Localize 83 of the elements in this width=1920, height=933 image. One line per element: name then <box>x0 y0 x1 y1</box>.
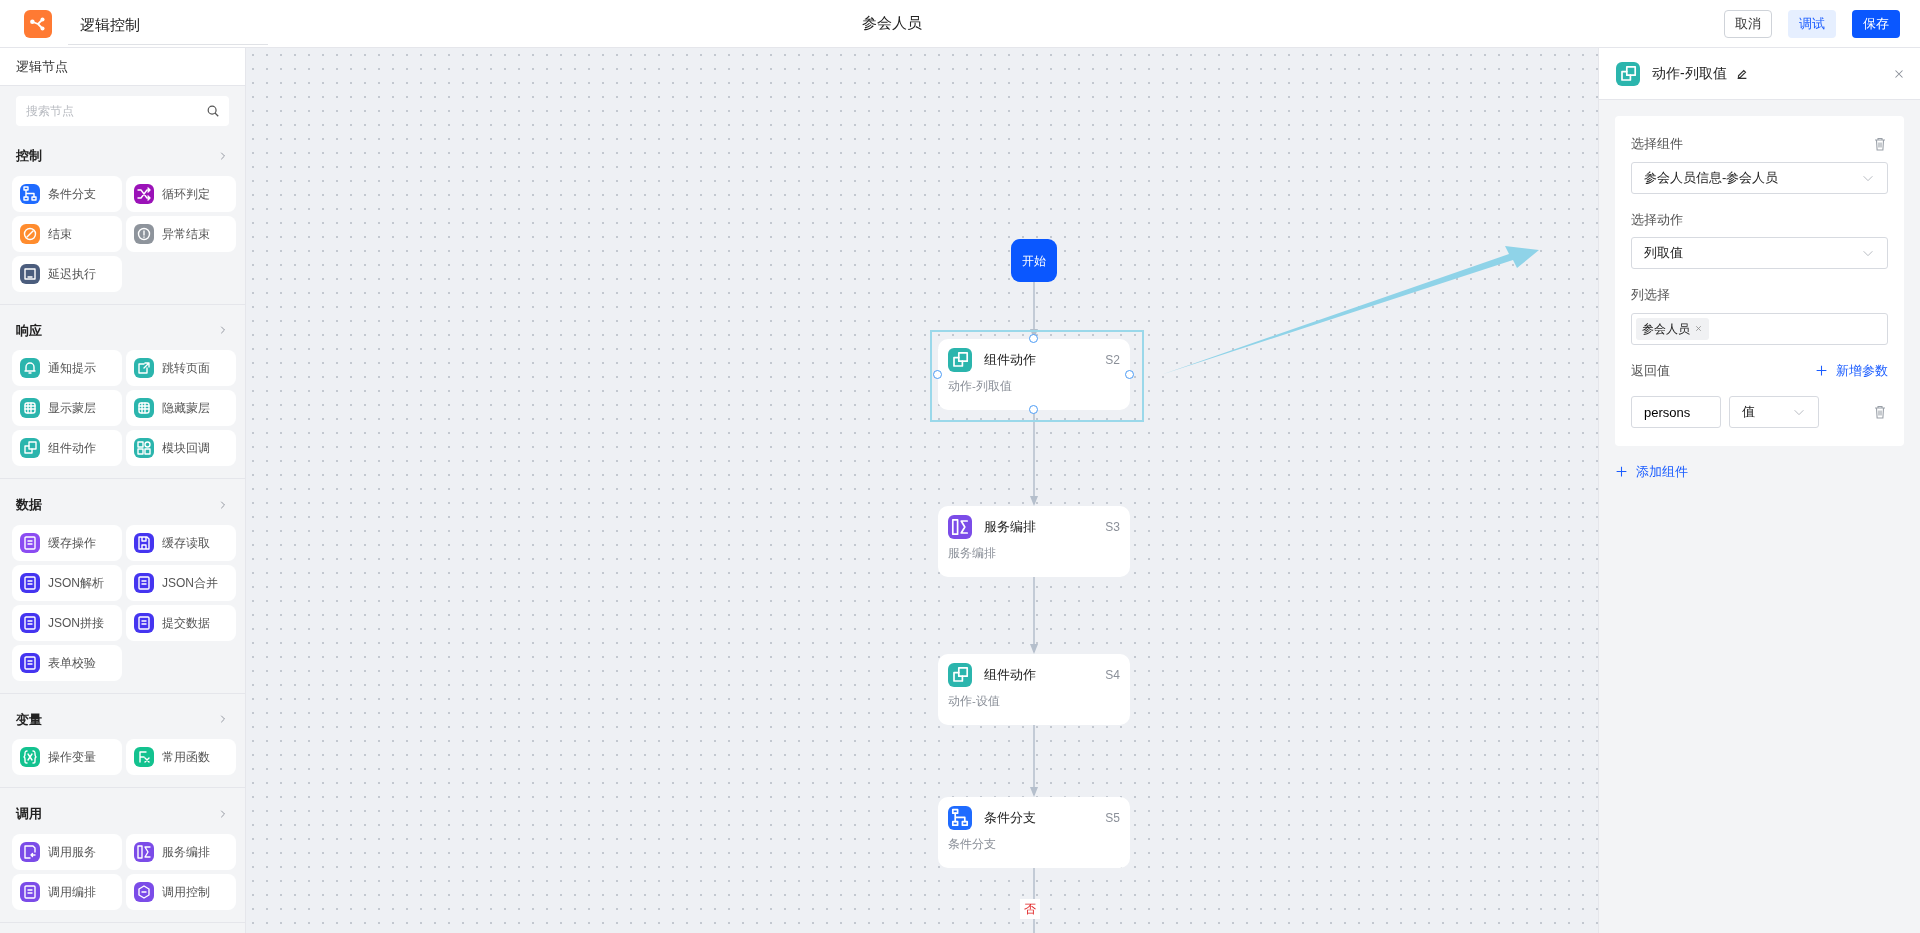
node-item[interactable]: JSON拼接 <box>12 604 122 641</box>
branch-icon <box>948 806 972 830</box>
cancel-button[interactable]: 取消 <box>1724 9 1772 38</box>
resize-handle[interactable] <box>1125 369 1134 379</box>
add-component-link[interactable]: 添加组件 <box>1615 462 1688 482</box>
node-item[interactable]: 提交数据 <box>126 604 236 641</box>
node-item[interactable]: 条件分支 <box>12 175 122 212</box>
node-item[interactable]: 模块回调 <box>126 430 236 466</box>
node-subtitle: 条件分支 <box>948 837 997 852</box>
section-title: 控制 <box>16 147 42 165</box>
field-label: 选择动作 <box>1631 210 1684 229</box>
node-item[interactable]: 服务编排 <box>126 833 236 870</box>
squares-icon <box>948 663 972 687</box>
step-label: S5 <box>1105 810 1120 827</box>
tag-chip: 参会人员 <box>1636 317 1709 340</box>
plus-icon <box>1615 465 1628 479</box>
step-label: S2 <box>1105 352 1120 369</box>
node-item[interactable]: 调用控制 <box>126 873 236 910</box>
page-title: 参会人员 <box>862 13 922 34</box>
resize-handle[interactable] <box>933 369 942 379</box>
node-item[interactable]: 结束 <box>12 215 122 252</box>
action-select[interactable]: 列取值 <box>1631 237 1888 269</box>
parameter-name-field[interactable]: persons <box>1631 396 1721 428</box>
node-item[interactable]: 延迟执行 <box>12 255 122 292</box>
node-item[interactable]: 隐藏蒙层 <box>126 390 236 426</box>
node-title: 组件动作 <box>984 351 1036 370</box>
node-title: 服务编排 <box>984 518 1036 537</box>
search-icon <box>206 104 220 118</box>
squares-icon <box>948 348 972 372</box>
flow-node[interactable]: 组件动作 S4 动作-设值 <box>938 654 1130 725</box>
step-label: S4 <box>1105 667 1120 684</box>
search-field[interactable]: 搜索节点 <box>16 96 229 126</box>
delete-icon[interactable] <box>1872 135 1888 152</box>
panel-title: 动作-列取值 <box>1652 64 1727 83</box>
node-item[interactable]: 显示蒙层 <box>12 390 122 426</box>
node-item[interactable]: 循环判定 <box>126 175 236 212</box>
flow-node[interactable]: 服务编排 S3 服务编排 <box>938 506 1130 577</box>
squares-icon <box>1616 61 1640 86</box>
delete-icon[interactable] <box>1872 404 1888 420</box>
node-item[interactable]: 组件动作 <box>12 430 122 466</box>
branch-label: 否 <box>1020 899 1040 919</box>
save-button[interactable]: 保存 <box>1852 9 1900 38</box>
node-subtitle: 服务编排 <box>948 546 997 561</box>
node-item[interactable]: JSON合并 <box>126 564 236 601</box>
node-item[interactable]: 缓存操作 <box>12 524 122 561</box>
sigma-icon <box>948 515 972 539</box>
app-title: 逻辑控制 <box>68 7 268 46</box>
field-label: 返回值 <box>1631 361 1670 380</box>
column-select[interactable]: 参会人员 <box>1631 312 1888 345</box>
parameter-type-select[interactable]: 值 <box>1729 396 1819 428</box>
node-item[interactable]: 操作变量 <box>12 739 122 775</box>
node-item[interactable]: JSON解析 <box>12 564 122 601</box>
add-parameter-link[interactable]: 新增参数 <box>1815 360 1888 380</box>
field-label: 列选择 <box>1631 286 1671 304</box>
resize-handle[interactable] <box>1029 405 1038 414</box>
step-label: S3 <box>1105 519 1120 536</box>
app-logo-icon <box>24 9 52 38</box>
section-title: 调用 <box>16 805 42 823</box>
node-subtitle: 动作-设值 <box>948 694 1001 709</box>
plus-icon <box>1815 363 1828 377</box>
start-node[interactable]: 开始 <box>1011 239 1057 282</box>
section-title: 数据 <box>16 496 42 514</box>
node-item[interactable]: 通知提示 <box>12 350 122 386</box>
resize-handle[interactable] <box>1029 334 1038 343</box>
debug-button[interactable]: 调试 <box>1788 9 1836 38</box>
section-title: 响应 <box>16 321 42 340</box>
node-item[interactable]: 常用函数 <box>126 739 236 775</box>
node-subtitle: 动作-列取值 <box>948 379 1013 394</box>
node-title: 条件分支 <box>984 809 1036 828</box>
node-item[interactable]: 缓存读取 <box>126 524 236 561</box>
node-item[interactable]: 异常结束 <box>126 215 236 252</box>
node-item[interactable]: 跳转页面 <box>126 350 236 386</box>
node-item[interactable]: 调用服务 <box>12 833 122 870</box>
flow-node[interactable]: 组件动作 S2 动作-列取值 <box>938 339 1130 410</box>
section-title: 变量 <box>16 710 42 729</box>
field-label: 选择组件 <box>1631 135 1683 153</box>
sidebar-title: 逻辑节点 <box>16 57 68 76</box>
component-select[interactable]: 参会人员信息-参会人员 <box>1631 161 1888 194</box>
node-item[interactable]: 表单校验 <box>12 644 122 681</box>
remove-icon[interactable] <box>1694 324 1703 333</box>
node-title: 组件动作 <box>984 666 1036 685</box>
node-item[interactable]: 调用编排 <box>12 873 122 910</box>
flow-node[interactable]: 条件分支 S5 条件分支 <box>938 797 1130 868</box>
